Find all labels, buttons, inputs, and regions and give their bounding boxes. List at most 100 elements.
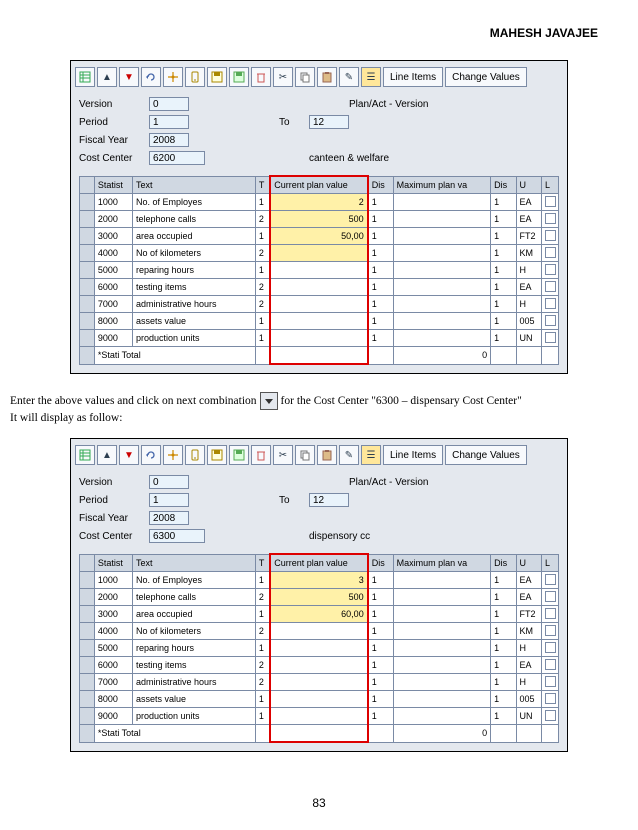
cell-dis1[interactable]: 1 bbox=[368, 572, 393, 589]
checkbox-icon[interactable] bbox=[545, 676, 556, 687]
cell-l[interactable] bbox=[541, 279, 558, 296]
cell-u[interactable]: EA bbox=[516, 211, 541, 228]
cell-dis2[interactable]: 1 bbox=[491, 211, 516, 228]
cell-text[interactable]: No. of Employes bbox=[132, 194, 255, 211]
cell-t[interactable]: 1 bbox=[255, 640, 270, 657]
down-icon[interactable]: ▼ bbox=[119, 445, 139, 465]
period-to-field[interactable]: 12 bbox=[309, 493, 349, 507]
cell-text[interactable]: reparing hours bbox=[132, 262, 255, 279]
row-header[interactable] bbox=[80, 296, 95, 313]
col-l[interactable]: L bbox=[541, 176, 558, 194]
cell-dis1[interactable]: 1 bbox=[368, 330, 393, 347]
row-header[interactable] bbox=[80, 572, 95, 589]
cell-l[interactable] bbox=[541, 657, 558, 674]
cell-cpv[interactable] bbox=[270, 330, 367, 347]
line-items-button[interactable]: Line Items bbox=[383, 67, 443, 87]
copy-icon[interactable] bbox=[295, 67, 315, 87]
col-cpv[interactable]: Current plan value bbox=[270, 554, 367, 572]
cell-id[interactable]: 4000 bbox=[94, 623, 132, 640]
cell-cpv[interactable]: 500 bbox=[270, 589, 367, 606]
cell-id[interactable]: 5000 bbox=[94, 262, 132, 279]
col-dis1[interactable]: Dis bbox=[368, 554, 393, 572]
cell-cpv[interactable] bbox=[270, 262, 367, 279]
cell-max[interactable] bbox=[393, 245, 490, 262]
cell-dis1[interactable]: 1 bbox=[368, 228, 393, 245]
corner-cell[interactable] bbox=[80, 176, 95, 194]
checkbox-icon[interactable] bbox=[545, 213, 556, 224]
cell-u[interactable]: H bbox=[516, 262, 541, 279]
cell-id[interactable]: 2000 bbox=[94, 211, 132, 228]
cell-max[interactable] bbox=[393, 606, 490, 623]
delete-icon[interactable] bbox=[251, 445, 271, 465]
cell-dis2[interactable]: 1 bbox=[491, 708, 516, 725]
cell-u[interactable]: FT2 bbox=[516, 228, 541, 245]
cell-dis1[interactable]: 1 bbox=[368, 211, 393, 228]
checkbox-icon[interactable] bbox=[545, 264, 556, 275]
cell-l[interactable] bbox=[541, 228, 558, 245]
cell-text[interactable]: No of kilometers bbox=[132, 245, 255, 262]
cell-t[interactable]: 2 bbox=[255, 623, 270, 640]
cell-u[interactable]: UN bbox=[516, 330, 541, 347]
cell-cpv[interactable] bbox=[270, 708, 367, 725]
cell-max[interactable] bbox=[393, 708, 490, 725]
cell-l[interactable] bbox=[541, 313, 558, 330]
cell-text[interactable]: area occupied bbox=[132, 606, 255, 623]
fy-field[interactable]: 2008 bbox=[149, 511, 189, 525]
checkbox-icon[interactable] bbox=[545, 693, 556, 704]
cell-t[interactable]: 1 bbox=[255, 572, 270, 589]
checkbox-icon[interactable] bbox=[545, 608, 556, 619]
cell-l[interactable] bbox=[541, 674, 558, 691]
checkbox-icon[interactable] bbox=[545, 659, 556, 670]
cell-t[interactable]: 1 bbox=[255, 262, 270, 279]
down-icon[interactable]: ▼ bbox=[119, 67, 139, 87]
cell-id[interactable]: 5000 bbox=[94, 640, 132, 657]
cell-text[interactable]: No of kilometers bbox=[132, 623, 255, 640]
cell-id[interactable]: 6000 bbox=[94, 657, 132, 674]
cell-t[interactable]: 1 bbox=[255, 313, 270, 330]
checkbox-icon[interactable] bbox=[545, 281, 556, 292]
col-maxpv[interactable]: Maximum plan va bbox=[393, 176, 490, 194]
cell-dis2[interactable]: 1 bbox=[491, 194, 516, 211]
col-text[interactable]: Text bbox=[132, 554, 255, 572]
cell-cpv[interactable]: 2 bbox=[270, 194, 367, 211]
cell-cpv[interactable] bbox=[270, 640, 367, 657]
col-dis1[interactable]: Dis bbox=[368, 176, 393, 194]
checkbox-icon[interactable] bbox=[545, 625, 556, 636]
cell-max[interactable] bbox=[393, 657, 490, 674]
col-t[interactable]: T bbox=[255, 554, 270, 572]
corner-cell[interactable] bbox=[80, 554, 95, 572]
cell-max[interactable] bbox=[393, 296, 490, 313]
cut-icon[interactable]: ✂ bbox=[273, 445, 293, 465]
cell-t[interactable]: 2 bbox=[255, 211, 270, 228]
cell-text[interactable]: testing items bbox=[132, 657, 255, 674]
line-items-button[interactable]: Line Items bbox=[383, 445, 443, 465]
cell-text[interactable]: production units bbox=[132, 330, 255, 347]
cell-text[interactable]: telephone calls bbox=[132, 589, 255, 606]
cell-dis1[interactable]: 1 bbox=[368, 708, 393, 725]
cell-id[interactable]: 2000 bbox=[94, 589, 132, 606]
cell-l[interactable] bbox=[541, 623, 558, 640]
cell-u[interactable]: EA bbox=[516, 589, 541, 606]
list-icon[interactable]: ☰ bbox=[361, 445, 381, 465]
checkbox-icon[interactable] bbox=[545, 710, 556, 721]
cell-dis2[interactable]: 1 bbox=[491, 691, 516, 708]
version-field[interactable]: 0 bbox=[149, 97, 189, 111]
cell-u[interactable]: H bbox=[516, 674, 541, 691]
checkbox-icon[interactable] bbox=[545, 591, 556, 602]
cell-dis1[interactable]: 1 bbox=[368, 657, 393, 674]
checkbox-icon[interactable] bbox=[545, 574, 556, 585]
fy-field[interactable]: 2008 bbox=[149, 133, 189, 147]
spreadsheet-icon[interactable] bbox=[75, 445, 95, 465]
cell-cpv[interactable] bbox=[270, 657, 367, 674]
cell-id[interactable]: 9000 bbox=[94, 330, 132, 347]
cell-u[interactable]: FT2 bbox=[516, 606, 541, 623]
cell-cpv[interactable] bbox=[270, 313, 367, 330]
cell-max[interactable] bbox=[393, 211, 490, 228]
col-dis2[interactable]: Dis bbox=[491, 176, 516, 194]
row-header[interactable] bbox=[80, 279, 95, 296]
cell-l[interactable] bbox=[541, 194, 558, 211]
col-statist[interactable]: Statist bbox=[94, 554, 132, 572]
row-header[interactable] bbox=[80, 330, 95, 347]
cell-t[interactable]: 1 bbox=[255, 228, 270, 245]
cell-cpv[interactable] bbox=[270, 279, 367, 296]
